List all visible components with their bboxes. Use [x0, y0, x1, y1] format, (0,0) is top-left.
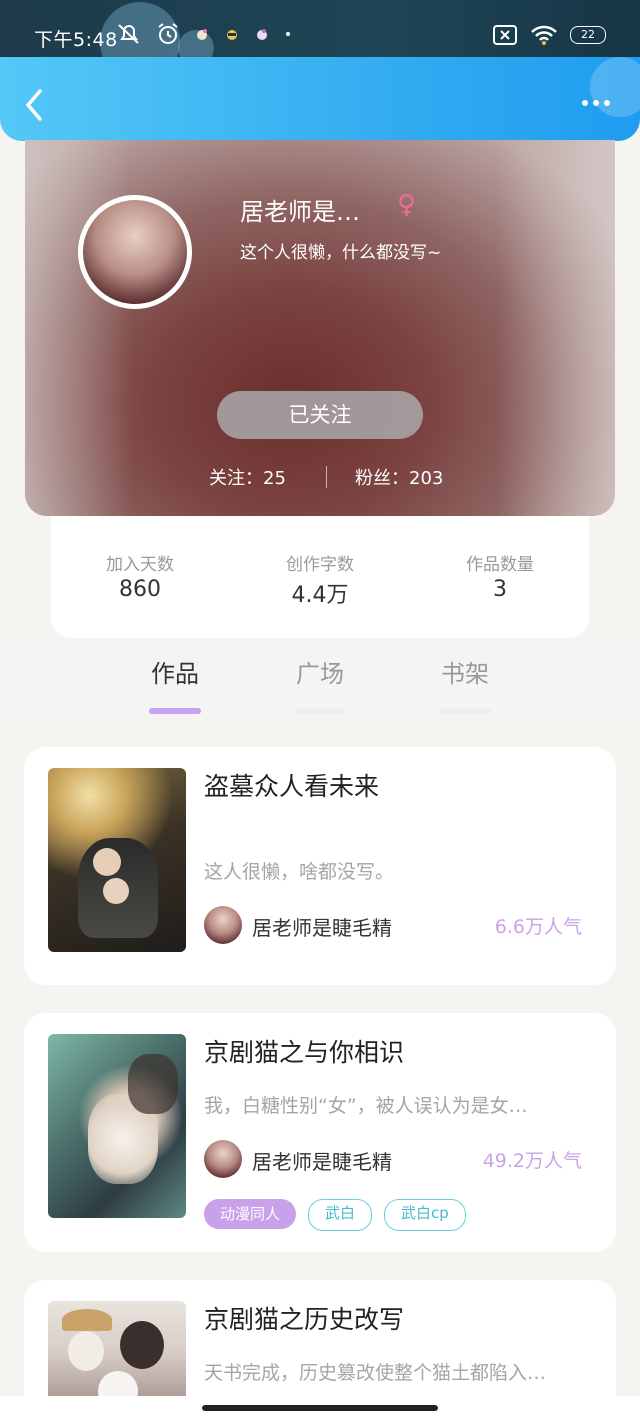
tab-bookshelf[interactable]: 书架	[420, 654, 510, 714]
stat-value: 3	[493, 577, 507, 602]
home-indicator[interactable]	[202, 1405, 438, 1411]
divider	[326, 466, 327, 488]
cover-figure	[62, 1309, 112, 1331]
more-dot	[593, 100, 599, 106]
tab-label: 作品	[151, 660, 199, 688]
work-cover-image[interactable]	[48, 1034, 186, 1218]
chevron-left-icon[interactable]	[20, 85, 50, 125]
stat-works-count: 作品数量 3	[430, 550, 570, 602]
tab-indicator	[439, 708, 491, 714]
alarm-icon	[158, 23, 178, 44]
tab-works[interactable]: 作品	[130, 654, 220, 714]
app-notify-icon	[197, 29, 207, 40]
top-app-bar	[0, 57, 640, 141]
status-time: 下午5:48	[34, 29, 118, 51]
author-avatar[interactable]	[204, 1140, 242, 1178]
work-title: 京剧猫之历史改写	[204, 1305, 405, 1334]
work-description: 这人很懒，啥都没写。	[204, 861, 395, 883]
dot-icon	[286, 32, 290, 36]
work-description: 天书完成，历史篡改使整个猫土都陷入…	[204, 1362, 547, 1384]
tag-chip[interactable]: 动漫同人	[204, 1199, 297, 1229]
work-cover-image[interactable]	[48, 768, 186, 952]
status-icons-right: 22	[492, 24, 606, 46]
female-icon: ♀	[397, 190, 417, 220]
status-bar: 下午5:48 22	[0, 0, 640, 82]
work-description: 我，白糖性别“女”，被人误认为是女…	[204, 1095, 528, 1117]
stat-value: 4.4万	[291, 583, 349, 608]
work-title: 盗墓众人看未来	[204, 772, 380, 801]
work-title: 京剧猫之与你相识	[204, 1038, 405, 1067]
app-notify-icon	[257, 29, 267, 40]
cover-figure	[128, 1054, 178, 1114]
battery-icon: 22	[570, 26, 606, 44]
tab-label: 书架	[441, 660, 489, 688]
profile-name: 居老师是…	[240, 198, 360, 226]
wifi-icon	[531, 25, 557, 45]
tag-chip[interactable]: 武白cp	[384, 1199, 466, 1231]
followed-button[interactable]: 已关注	[217, 391, 423, 439]
work-tags: 动漫同人 武白 武白cp	[204, 1199, 466, 1231]
cover-figure	[68, 1331, 104, 1371]
work-card[interactable]: 京剧猫之与你相识 我，白糖性别“女”，被人误认为是女… 居老师是睫毛精 49.2…	[24, 1013, 616, 1252]
more-horizontal-icon[interactable]	[582, 100, 610, 106]
stat-word-count: 创作字数 4.4万	[250, 550, 390, 609]
stat-label: 加入天数	[106, 555, 174, 575]
tab-indicator	[294, 708, 346, 714]
tab-label: 广场	[296, 660, 344, 688]
following-count[interactable]: 关注：25	[209, 464, 286, 490]
stat-value: 860	[119, 577, 161, 602]
stat-join-days: 加入天数 860	[70, 550, 210, 602]
popularity-count: 6.6万人气	[494, 916, 582, 938]
cover-figure	[120, 1321, 164, 1369]
mute-icon	[118, 24, 139, 44]
battery-level: 22	[581, 28, 595, 41]
decorative-bubble	[590, 57, 640, 117]
author-name[interactable]: 居老师是睫毛精	[252, 1146, 392, 1175]
work-author-row: 居老师是睫毛精 49.2万人气	[204, 1140, 594, 1180]
status-icons-left	[116, 22, 292, 46]
stat-label: 作品数量	[466, 555, 534, 575]
tab-square[interactable]: 广场	[275, 654, 365, 714]
stats-card: 加入天数 860 创作字数 4.4万 作品数量 3	[51, 516, 589, 638]
tab-indicator	[149, 708, 201, 714]
work-author-row: 居老师是睫毛精 6.6万人气	[204, 906, 594, 946]
sim-off-icon	[493, 25, 517, 45]
fans-count[interactable]: 粉丝：203	[355, 464, 443, 490]
cover-figure	[103, 878, 129, 904]
profile-tabs: 作品 广场 书架	[0, 640, 640, 718]
work-card[interactable]: 盗墓众人看未来 这人很懒，啥都没写。 居老师是睫毛精 6.6万人气	[24, 747, 616, 985]
profile-header-card: 居老师是… ♀ 这个人很懒，什么都没写~ 已关注 关注：25 粉丝：203	[25, 140, 615, 516]
author-name[interactable]: 居老师是睫毛精	[252, 912, 392, 941]
stat-label: 创作字数	[286, 555, 354, 575]
more-dot	[582, 100, 588, 106]
cover-figure	[93, 848, 121, 876]
profile-bio: 这个人很懒，什么都没写~	[240, 243, 442, 263]
more-dot	[604, 100, 610, 106]
tag-chip[interactable]: 武白	[308, 1199, 373, 1231]
popularity-count: 49.2万人气	[482, 1150, 582, 1172]
app-notify-icon	[227, 30, 237, 40]
profile-avatar[interactable]	[78, 195, 192, 309]
author-avatar[interactable]	[204, 906, 242, 944]
